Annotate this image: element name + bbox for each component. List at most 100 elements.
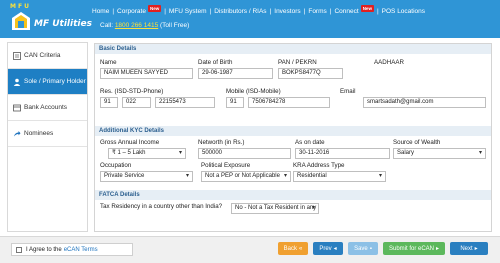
checklist-icon <box>13 51 21 60</box>
nav-item-forms[interactable]: Forms <box>308 8 326 15</box>
nav-item-connect[interactable]: Connect New <box>334 4 374 15</box>
top-nav: Home | Corporate New | MFU System | Dist… <box>92 4 425 17</box>
back-label: Back <box>283 245 297 252</box>
ecan-terms-link[interactable]: eCAN Terms <box>64 247 98 253</box>
mfu-logo[interactable]: MFU MF Utilities <box>4 3 92 35</box>
name-field[interactable]: NAIM MUEEN SAYYED <box>100 68 193 79</box>
nav-separator: | <box>303 7 306 15</box>
nav-link[interactable]: Forms <box>308 8 326 15</box>
section-fatca-details: FATCA Details <box>95 190 491 200</box>
political-exposure-select[interactable]: Not a PEP or Not Applicable <box>201 171 291 182</box>
prev-arrow-icon: ◂ <box>333 246 337 252</box>
sidebar-item-label: Bank Accounts <box>24 104 67 111</box>
section-kyc-details: Additional KYC Details <box>95 126 491 136</box>
nav-link[interactable]: Corporate <box>117 8 146 15</box>
name-label: Name <box>100 59 117 66</box>
dob-field[interactable]: 29-06-1987 <box>198 68 273 79</box>
next-button[interactable]: Next ▸ <box>450 242 488 255</box>
sidebar-item-can-criteria[interactable]: CAN Criteria <box>8 43 87 69</box>
nav-separator: | <box>209 7 212 15</box>
res-isd-field[interactable]: 91 <box>100 97 118 108</box>
nav-separator: | <box>164 7 166 15</box>
next-label: Next <box>460 245 473 252</box>
logo-text: MF Utilities <box>34 19 92 29</box>
form-footer: I Agree to the eCAN Terms Back « Prev ◂ … <box>0 236 500 263</box>
pan-field[interactable]: BOKPS8477Q <box>278 68 343 79</box>
new-badge: New <box>147 4 162 12</box>
call-prefix: Call: <box>100 22 115 29</box>
sidebar-item-label: CAN Criteria <box>24 52 61 59</box>
wealth-source-label: Source of Wealth <box>393 139 441 146</box>
nav-item-mfu-system[interactable]: MFU System <box>169 8 207 15</box>
email-field[interactable]: smartsadath@gmail.com <box>363 97 486 108</box>
as-on-date-field[interactable]: 30-11-2016 <box>295 148 390 159</box>
prev-label: Prev <box>319 245 332 252</box>
phone-number-link[interactable]: 1800 266 1415 <box>115 22 158 29</box>
nav-item-corporate[interactable]: Corporate New <box>117 4 162 15</box>
networth-field[interactable]: 500000 <box>198 148 291 159</box>
sidebar-item-primary-holder[interactable]: Sole / Primary Holder <box>8 69 87 95</box>
submit-arrow-icon: ▸ <box>436 246 440 252</box>
income-select[interactable]: ₹ 1 – 5 Lakh <box>108 148 186 159</box>
share-icon <box>14 130 21 136</box>
sidebar-item-label: Nominees <box>24 130 54 137</box>
save-button[interactable]: Save ▪ <box>348 242 378 255</box>
occupation-label: Occupation <box>100 162 132 169</box>
terms-text: I Agree to the <box>26 246 62 253</box>
submit-ecan-button[interactable]: Submit for eCAN ▸ <box>383 242 445 255</box>
email-label: Email <box>340 88 356 95</box>
pan-label: PAN / PEKRN <box>278 59 317 66</box>
income-label: Gross Annual Income <box>100 139 160 146</box>
as-on-date-label: As on date <box>295 139 325 146</box>
back-button[interactable]: Back « <box>278 242 308 255</box>
terms-agreement[interactable]: I Agree to the eCAN Terms <box>11 243 133 256</box>
tax-residency-label: Tax Residency in a country other than In… <box>100 203 223 210</box>
sidebar-item-bank-accounts[interactable]: Bank Accounts <box>8 95 87 121</box>
tax-residency-select[interactable]: No - Not a Tax Resident in any <box>231 203 319 214</box>
nav-separator: | <box>376 7 379 15</box>
logo-letters: MFU <box>10 3 31 10</box>
nav-link[interactable]: MFU System <box>169 8 207 15</box>
res-phone-label: Res. (ISD-STD-Phone) <box>100 88 164 95</box>
nav-link[interactable]: Connect <box>334 8 358 15</box>
sidebar-item-label: Sole / Primary Holder <box>24 78 86 85</box>
user-icon <box>13 78 21 86</box>
networth-label: Networth (in Rs.) <box>198 139 245 146</box>
nav-link[interactable]: Home <box>92 8 109 15</box>
prev-button[interactable]: Prev ◂ <box>313 242 343 255</box>
kra-address-label: KRA Address Type <box>293 162 345 169</box>
nav-item-home[interactable]: Home <box>92 8 109 15</box>
back-arrow-icon: « <box>299 245 303 252</box>
bank-icon <box>13 104 21 111</box>
save-icon: ▪ <box>369 245 372 252</box>
submit-label: Submit for eCAN <box>388 245 434 252</box>
section-basic-details: Basic Details <box>95 44 491 54</box>
next-arrow-icon: ▸ <box>474 246 478 252</box>
nav-link[interactable]: Investors <box>274 8 300 15</box>
res-phone-field[interactable]: 22155473 <box>155 97 215 108</box>
nav-link[interactable]: Distributors / RIAs <box>214 8 266 15</box>
nav-item-investors[interactable]: Investors <box>274 8 300 15</box>
mobile-label: Mobile (ISD-Mobile) <box>226 88 281 95</box>
nav-separator: | <box>329 7 332 15</box>
kra-address-select[interactable]: Residential <box>293 171 386 182</box>
nav-separator: | <box>112 7 115 15</box>
new-badge: New <box>360 4 374 12</box>
logo-emblem-icon <box>12 12 30 30</box>
nav-link[interactable]: POS Locations <box>382 8 425 15</box>
mobile-isd-field[interactable]: 91 <box>226 97 244 108</box>
aadhaar-field[interactable] <box>374 68 484 79</box>
nav-item-pos-locations[interactable]: POS Locations <box>382 8 425 15</box>
aadhaar-label: AADHAAR <box>374 59 404 66</box>
nav-item-distributors[interactable]: Distributors / RIAs <box>214 8 266 15</box>
save-label: Save <box>354 245 368 252</box>
holder-details-form: Basic Details Name NAIM MUEEN SAYYED Dat… <box>94 43 492 232</box>
res-std-field[interactable]: 022 <box>122 97 151 108</box>
occupation-select[interactable]: Private Service <box>100 171 193 182</box>
nav-separator: | <box>269 7 272 15</box>
sidebar-item-nominees[interactable]: Nominees <box>8 121 87 147</box>
call-suffix: (Toll Free) <box>158 22 190 29</box>
terms-checkbox[interactable] <box>16 246 22 253</box>
mobile-field[interactable]: 7506784278 <box>248 97 330 108</box>
wealth-source-select[interactable]: Salary <box>393 148 486 159</box>
